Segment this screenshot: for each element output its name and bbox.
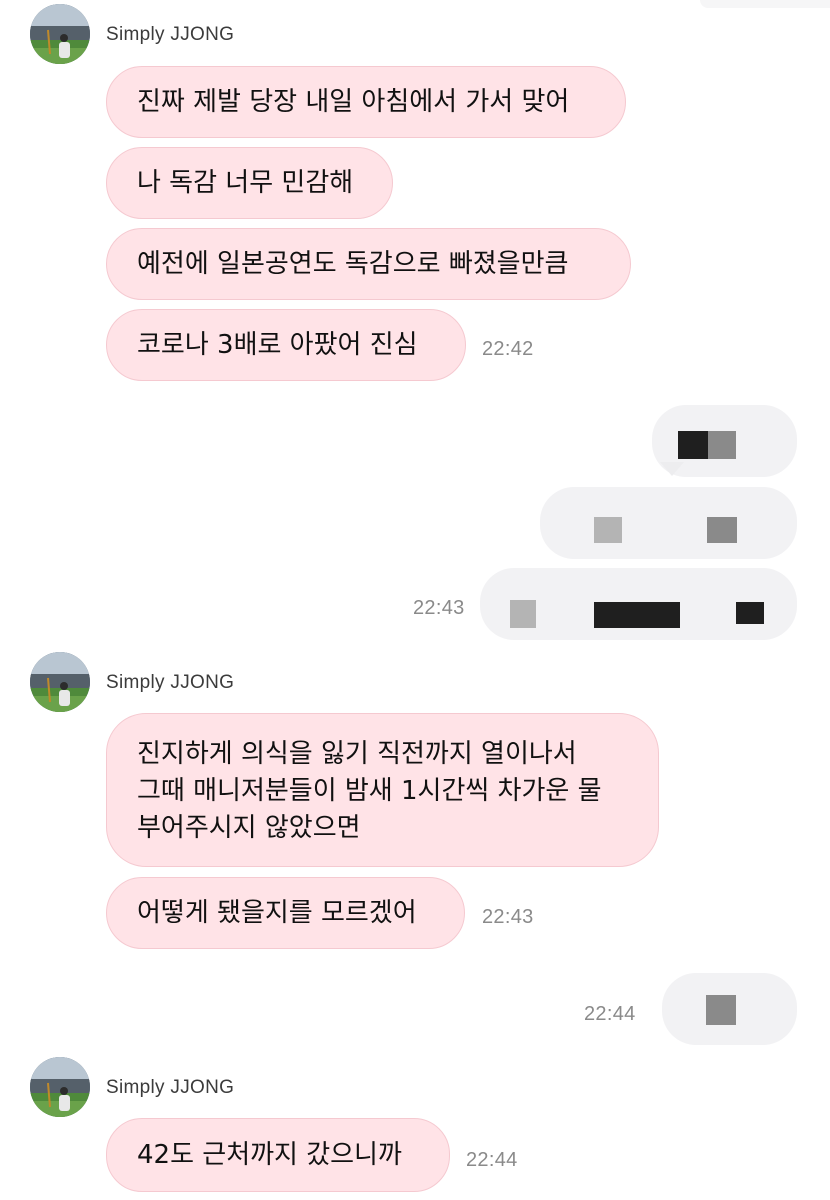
outgoing-bubble[interactable] — [540, 487, 797, 559]
stadium-photo-icon — [30, 1057, 90, 1117]
message-line: 그때 매니저분들이 밤새 1시간씩 차가운 물 — [137, 776, 602, 806]
censor-block — [706, 995, 736, 1025]
message-bubble[interactable]: 진짜 제발 당장 내일 아침에서 가서 맞어 — [106, 66, 626, 138]
message-text: 어떻게 됐을지를 모르겠어 — [137, 897, 417, 928]
sender-name: Simply JJONG — [106, 672, 235, 693]
censor-block — [736, 602, 764, 624]
censor-block — [707, 517, 737, 543]
censor-block — [678, 431, 708, 459]
sender-avatar[interactable] — [30, 652, 90, 712]
sender-avatar[interactable] — [30, 1057, 90, 1117]
outgoing-bubble[interactable] — [662, 973, 797, 1045]
stadium-photo-icon — [30, 4, 90, 64]
message-timestamp: 22:43 — [482, 906, 534, 928]
message-timestamp: 22:44 — [466, 1149, 518, 1171]
message-text: 나 독감 너무 민감해 — [137, 167, 354, 198]
censor-block — [510, 600, 536, 628]
message-line: 진지하게 의식을 잃기 직전까지 열이나서 — [137, 739, 577, 769]
censor-block — [594, 602, 680, 628]
message-text: 예전에 일본공연도 독감으로 빠졌을만큼 — [137, 248, 569, 279]
sender-name: Simply JJONG — [106, 24, 235, 45]
message-timestamp: 22:42 — [482, 338, 534, 360]
message-text: 코로나 3배로 아팠어 진심 — [137, 329, 418, 360]
message-text: 진짜 제발 당장 내일 아침에서 가서 맞어 — [137, 86, 570, 117]
message-bubble[interactable]: 어떻게 됐을지를 모르겠어 — [106, 877, 465, 949]
message-bubble[interactable]: 예전에 일본공연도 독감으로 빠졌을만큼 — [106, 228, 631, 300]
message-timestamp: 22:43 — [413, 597, 465, 619]
message-line: 부어주시지 않았으면 — [137, 813, 361, 843]
sender-avatar[interactable] — [30, 4, 90, 64]
message-bubble[interactable]: 코로나 3배로 아팠어 진심 — [106, 309, 466, 381]
previous-message-edge — [700, 0, 830, 8]
message-text: 42도 근처까지 갔으니까 — [137, 1139, 402, 1170]
stadium-photo-icon — [30, 652, 90, 712]
bubble-tail — [660, 462, 684, 476]
message-bubble[interactable]: 42도 근처까지 갔으니까 — [106, 1118, 450, 1192]
censor-block — [594, 517, 622, 543]
message-bubble[interactable]: 나 독감 너무 민감해 — [106, 147, 393, 219]
message-bubble[interactable]: 진지하게 의식을 잃기 직전까지 열이나서 그때 매니저분들이 밤새 1시간씩 … — [106, 713, 659, 867]
censor-block — [708, 431, 736, 459]
sender-name: Simply JJONG — [106, 1077, 235, 1098]
message-timestamp: 22:44 — [584, 1003, 636, 1025]
message-text: 진지하게 의식을 잃기 직전까지 열이나서 그때 매니저분들이 밤새 1시간씩 … — [137, 736, 602, 847]
outgoing-bubble[interactable] — [480, 568, 797, 640]
